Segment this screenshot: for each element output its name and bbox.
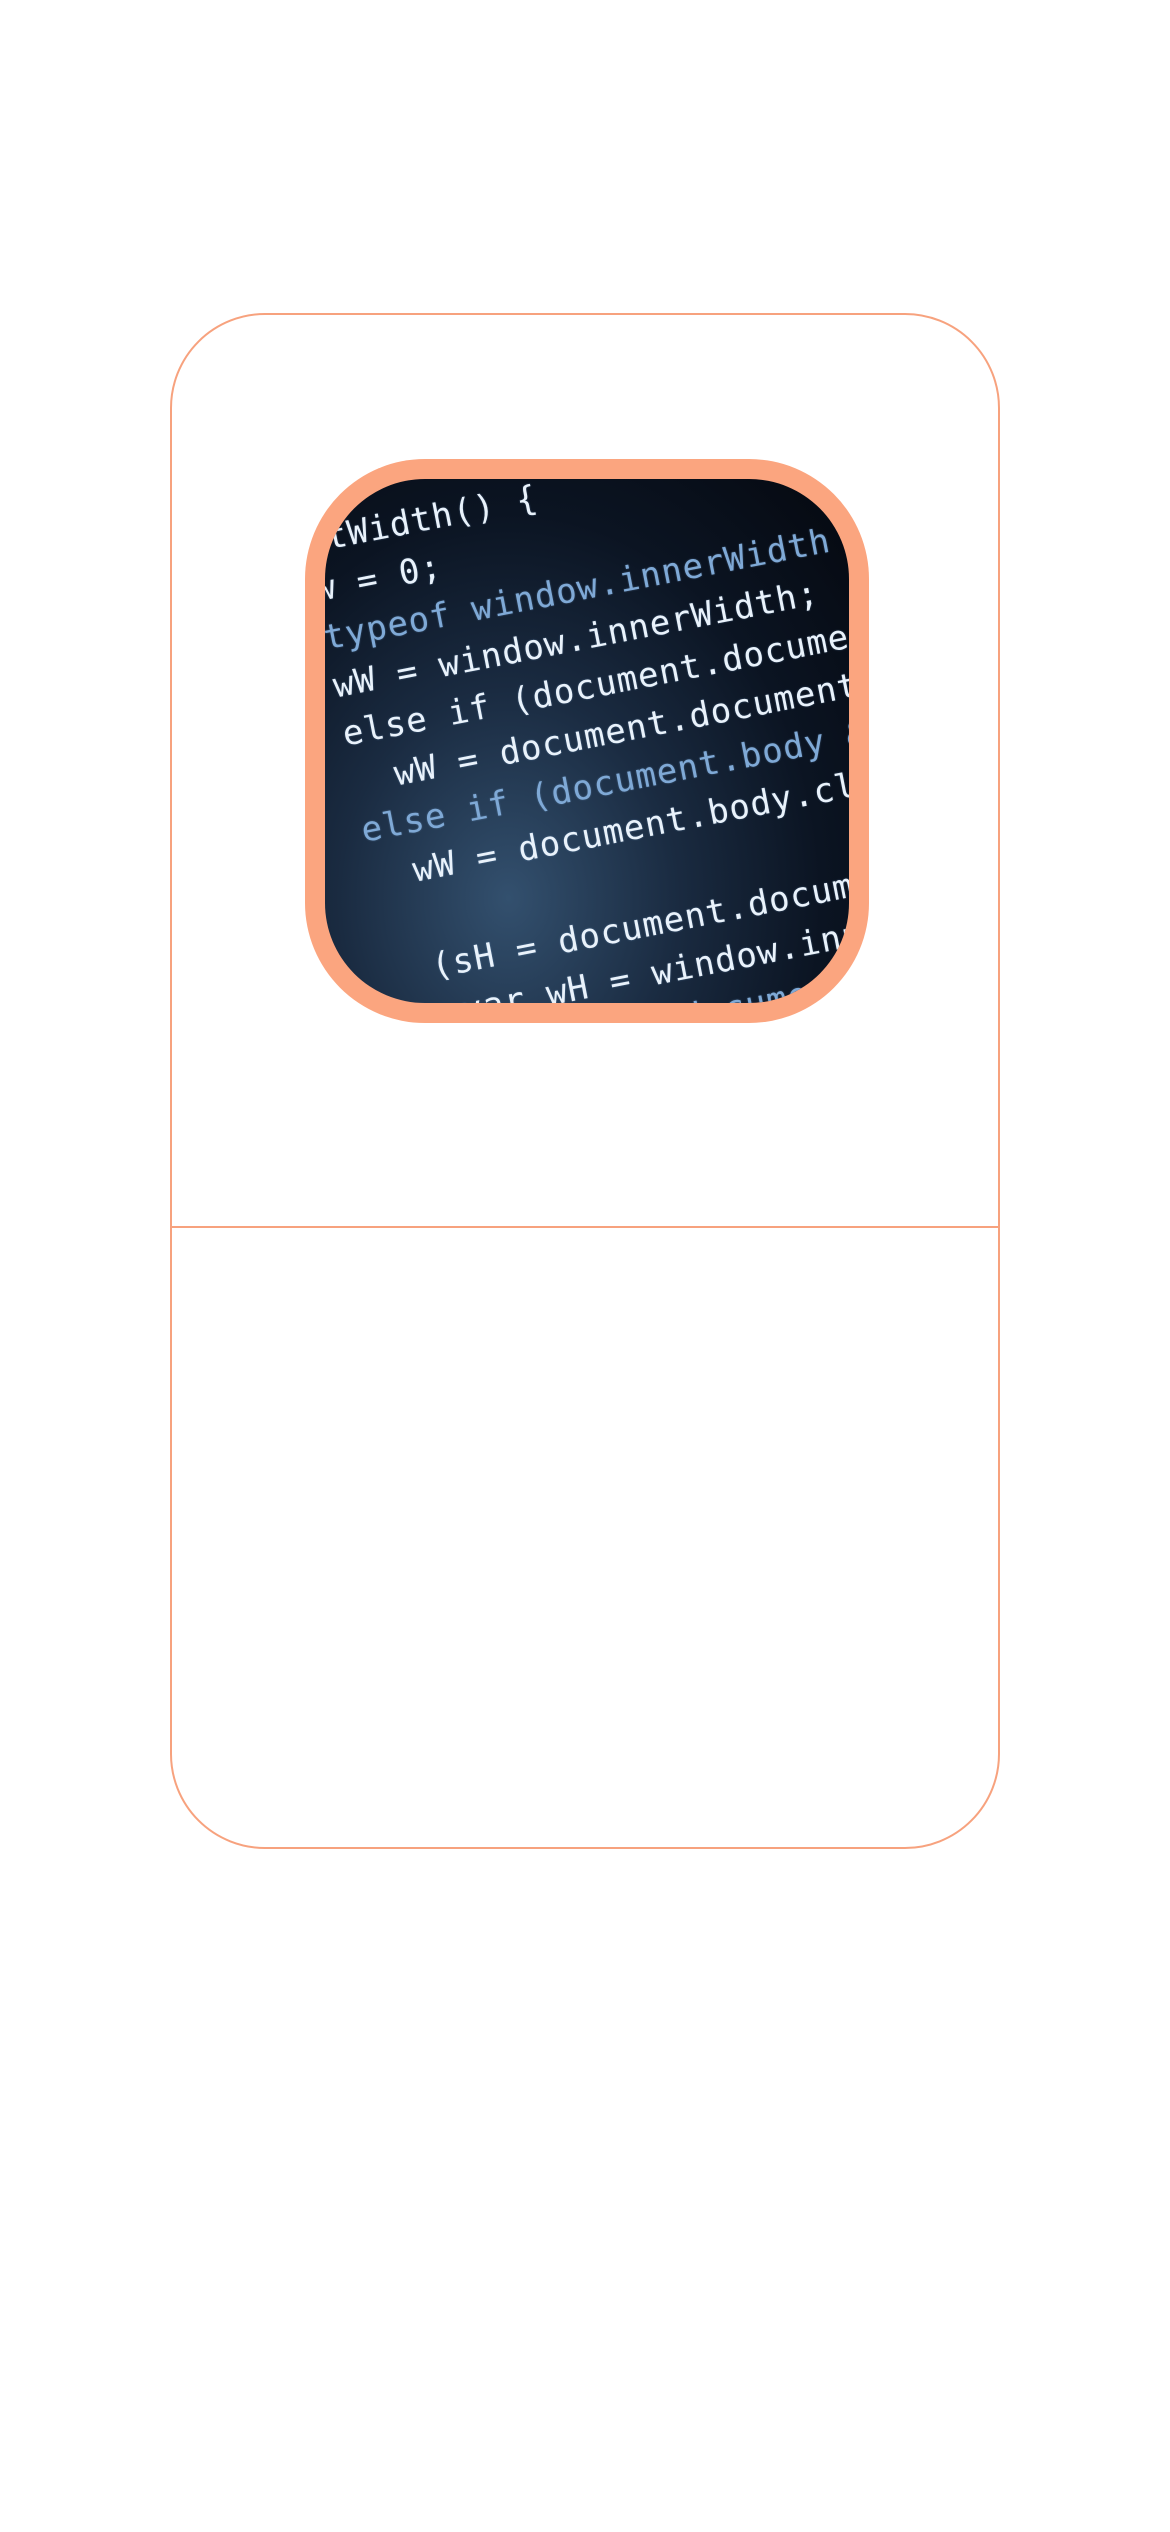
app-card: ntWidth() { w = 0; typeof window.innerWi… — [170, 313, 1000, 1849]
code-screenshot-icon[interactable]: ntWidth() { w = 0; typeof window.innerWi… — [305, 459, 869, 1023]
code-snippet: ntWidth() { w = 0; typeof window.innerWi… — [325, 479, 849, 1003]
code-screen-image: ntWidth() { w = 0; typeof window.innerWi… — [325, 479, 849, 1003]
card-body-section — [172, 1228, 998, 1847]
card-header-section: ntWidth() { w = 0; typeof window.innerWi… — [172, 315, 998, 1228]
